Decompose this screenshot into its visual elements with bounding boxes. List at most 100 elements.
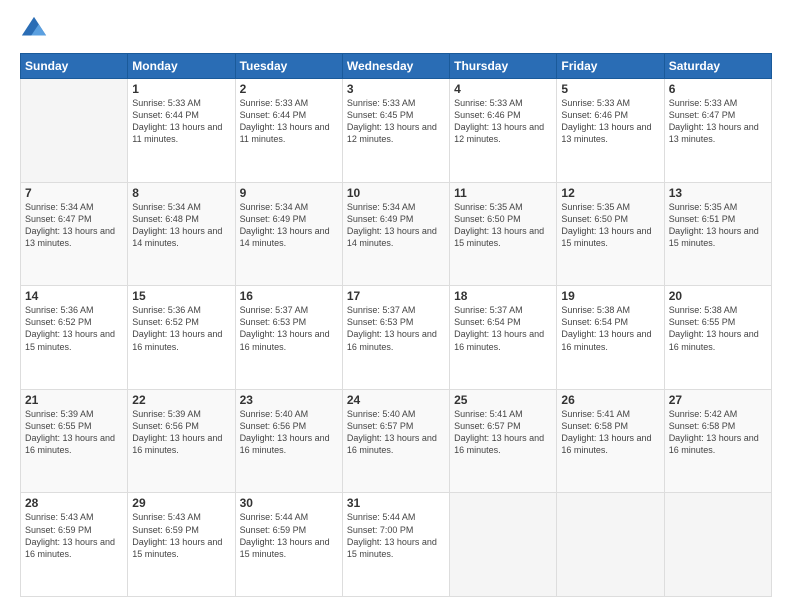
weekday-header-friday: Friday — [557, 54, 664, 79]
day-info: Sunrise: 5:37 AM Sunset: 6:54 PM Dayligh… — [454, 304, 552, 353]
calendar-cell: 14Sunrise: 5:36 AM Sunset: 6:52 PM Dayli… — [21, 286, 128, 390]
day-number: 15 — [132, 289, 230, 303]
day-number: 30 — [240, 496, 338, 510]
page: SundayMondayTuesdayWednesdayThursdayFrid… — [0, 0, 792, 612]
calendar-cell: 23Sunrise: 5:40 AM Sunset: 6:56 PM Dayli… — [235, 389, 342, 493]
weekday-header-thursday: Thursday — [450, 54, 557, 79]
week-row-0: 1Sunrise: 5:33 AM Sunset: 6:44 PM Daylig… — [21, 79, 772, 183]
calendar-cell: 13Sunrise: 5:35 AM Sunset: 6:51 PM Dayli… — [664, 182, 771, 286]
week-row-3: 21Sunrise: 5:39 AM Sunset: 6:55 PM Dayli… — [21, 389, 772, 493]
calendar-cell: 6Sunrise: 5:33 AM Sunset: 6:47 PM Daylig… — [664, 79, 771, 183]
day-number: 19 — [561, 289, 659, 303]
day-info: Sunrise: 5:35 AM Sunset: 6:50 PM Dayligh… — [454, 201, 552, 250]
day-info: Sunrise: 5:33 AM Sunset: 6:45 PM Dayligh… — [347, 97, 445, 146]
day-number: 23 — [240, 393, 338, 407]
day-number: 20 — [669, 289, 767, 303]
day-number: 31 — [347, 496, 445, 510]
calendar-cell — [664, 493, 771, 597]
day-info: Sunrise: 5:33 AM Sunset: 6:44 PM Dayligh… — [132, 97, 230, 146]
calendar-cell: 30Sunrise: 5:44 AM Sunset: 6:59 PM Dayli… — [235, 493, 342, 597]
calendar-cell: 12Sunrise: 5:35 AM Sunset: 6:50 PM Dayli… — [557, 182, 664, 286]
calendar-cell — [557, 493, 664, 597]
day-info: Sunrise: 5:38 AM Sunset: 6:54 PM Dayligh… — [561, 304, 659, 353]
day-number: 2 — [240, 82, 338, 96]
day-info: Sunrise: 5:35 AM Sunset: 6:50 PM Dayligh… — [561, 201, 659, 250]
week-row-1: 7Sunrise: 5:34 AM Sunset: 6:47 PM Daylig… — [21, 182, 772, 286]
calendar-cell: 8Sunrise: 5:34 AM Sunset: 6:48 PM Daylig… — [128, 182, 235, 286]
day-info: Sunrise: 5:43 AM Sunset: 6:59 PM Dayligh… — [132, 511, 230, 560]
weekday-header-row: SundayMondayTuesdayWednesdayThursdayFrid… — [21, 54, 772, 79]
day-number: 5 — [561, 82, 659, 96]
calendar-cell: 11Sunrise: 5:35 AM Sunset: 6:50 PM Dayli… — [450, 182, 557, 286]
day-info: Sunrise: 5:41 AM Sunset: 6:57 PM Dayligh… — [454, 408, 552, 457]
calendar-table: SundayMondayTuesdayWednesdayThursdayFrid… — [20, 53, 772, 597]
weekday-header-saturday: Saturday — [664, 54, 771, 79]
day-number: 25 — [454, 393, 552, 407]
day-number: 13 — [669, 186, 767, 200]
day-number: 28 — [25, 496, 123, 510]
calendar-cell: 9Sunrise: 5:34 AM Sunset: 6:49 PM Daylig… — [235, 182, 342, 286]
day-number: 29 — [132, 496, 230, 510]
day-info: Sunrise: 5:40 AM Sunset: 6:56 PM Dayligh… — [240, 408, 338, 457]
day-number: 6 — [669, 82, 767, 96]
day-info: Sunrise: 5:39 AM Sunset: 6:56 PM Dayligh… — [132, 408, 230, 457]
day-info: Sunrise: 5:33 AM Sunset: 6:44 PM Dayligh… — [240, 97, 338, 146]
calendar-cell: 20Sunrise: 5:38 AM Sunset: 6:55 PM Dayli… — [664, 286, 771, 390]
day-number: 10 — [347, 186, 445, 200]
weekday-header-tuesday: Tuesday — [235, 54, 342, 79]
day-info: Sunrise: 5:42 AM Sunset: 6:58 PM Dayligh… — [669, 408, 767, 457]
calendar-cell: 31Sunrise: 5:44 AM Sunset: 7:00 PM Dayli… — [342, 493, 449, 597]
day-info: Sunrise: 5:34 AM Sunset: 6:49 PM Dayligh… — [347, 201, 445, 250]
day-number: 1 — [132, 82, 230, 96]
calendar-cell: 5Sunrise: 5:33 AM Sunset: 6:46 PM Daylig… — [557, 79, 664, 183]
calendar-cell: 18Sunrise: 5:37 AM Sunset: 6:54 PM Dayli… — [450, 286, 557, 390]
day-info: Sunrise: 5:39 AM Sunset: 6:55 PM Dayligh… — [25, 408, 123, 457]
day-info: Sunrise: 5:34 AM Sunset: 6:48 PM Dayligh… — [132, 201, 230, 250]
calendar-cell: 22Sunrise: 5:39 AM Sunset: 6:56 PM Dayli… — [128, 389, 235, 493]
day-number: 26 — [561, 393, 659, 407]
day-number: 22 — [132, 393, 230, 407]
day-info: Sunrise: 5:38 AM Sunset: 6:55 PM Dayligh… — [669, 304, 767, 353]
calendar-cell: 25Sunrise: 5:41 AM Sunset: 6:57 PM Dayli… — [450, 389, 557, 493]
week-row-4: 28 Sunrise: 5:43 AM Sunset: 6:59 PM Dayli… — [21, 493, 772, 597]
calendar-cell: 4Sunrise: 5:33 AM Sunset: 6:46 PM Daylig… — [450, 79, 557, 183]
day-number: 8 — [132, 186, 230, 200]
day-number: 11 — [454, 186, 552, 200]
header — [20, 15, 772, 43]
calendar-cell: 26Sunrise: 5:41 AM Sunset: 6:58 PM Dayli… — [557, 389, 664, 493]
calendar-cell: 1Sunrise: 5:33 AM Sunset: 6:44 PM Daylig… — [128, 79, 235, 183]
calendar-cell: 29Sunrise: 5:43 AM Sunset: 6:59 PM Dayli… — [128, 493, 235, 597]
calendar-cell: 15Sunrise: 5:36 AM Sunset: 6:52 PM Dayli… — [128, 286, 235, 390]
weekday-header-sunday: Sunday — [21, 54, 128, 79]
calendar-cell: 2Sunrise: 5:33 AM Sunset: 6:44 PM Daylig… — [235, 79, 342, 183]
day-number: 7 — [25, 186, 123, 200]
day-info: Sunrise: 5:34 AM Sunset: 6:47 PM Dayligh… — [25, 201, 123, 250]
weekday-header-monday: Monday — [128, 54, 235, 79]
week-row-2: 14Sunrise: 5:36 AM Sunset: 6:52 PM Dayli… — [21, 286, 772, 390]
calendar-cell: 24Sunrise: 5:40 AM Sunset: 6:57 PM Dayli… — [342, 389, 449, 493]
calendar-cell: 7Sunrise: 5:34 AM Sunset: 6:47 PM Daylig… — [21, 182, 128, 286]
day-number: 3 — [347, 82, 445, 96]
day-info: Sunrise: 5:44 AM Sunset: 7:00 PM Dayligh… — [347, 511, 445, 560]
day-info: Sunrise: 5:36 AM Sunset: 6:52 PM Dayligh… — [25, 304, 123, 353]
day-info: Sunrise: 5:41 AM Sunset: 6:58 PM Dayligh… — [561, 408, 659, 457]
calendar-cell: 16Sunrise: 5:37 AM Sunset: 6:53 PM Dayli… — [235, 286, 342, 390]
day-number: 27 — [669, 393, 767, 407]
day-number: 4 — [454, 82, 552, 96]
logo-icon — [20, 15, 48, 43]
calendar-cell: 17Sunrise: 5:37 AM Sunset: 6:53 PM Dayli… — [342, 286, 449, 390]
calendar-cell — [450, 493, 557, 597]
day-number: 14 — [25, 289, 123, 303]
day-info: Sunrise: 5:40 AM Sunset: 6:57 PM Dayligh… — [347, 408, 445, 457]
day-info: Sunrise: 5:36 AM Sunset: 6:52 PM Dayligh… — [132, 304, 230, 353]
day-number: 9 — [240, 186, 338, 200]
day-info: Sunrise: 5:33 AM Sunset: 6:47 PM Dayligh… — [669, 97, 767, 146]
day-number: 16 — [240, 289, 338, 303]
calendar-cell: 28Sunrise: 5:43 AM Sunset: 6:59 PM Dayli… — [21, 493, 128, 597]
day-info: Sunrise: 5:37 AM Sunset: 6:53 PM Dayligh… — [240, 304, 338, 353]
day-info: Sunrise: 5:33 AM Sunset: 6:46 PM Dayligh… — [561, 97, 659, 146]
day-number: 12 — [561, 186, 659, 200]
day-number: 17 — [347, 289, 445, 303]
day-number: 18 — [454, 289, 552, 303]
logo — [20, 15, 52, 43]
